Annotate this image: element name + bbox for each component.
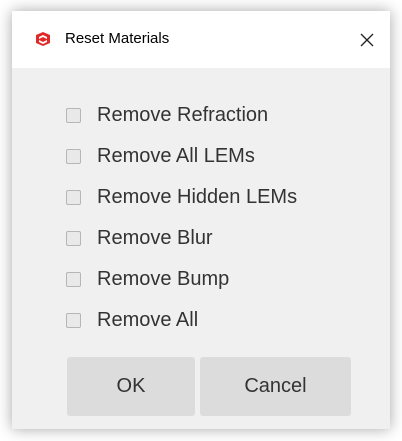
remove-refraction-checkbox[interactable] (66, 108, 81, 123)
close-button[interactable] (344, 11, 390, 68)
option-remove-refraction[interactable]: Remove Refraction (66, 95, 297, 136)
option-remove-hidden-lems[interactable]: Remove Hidden LEMs (66, 177, 297, 218)
option-label: Remove Blur (97, 227, 213, 249)
ok-button[interactable]: OK (67, 357, 195, 416)
option-label: Remove All (97, 309, 199, 331)
option-remove-blur[interactable]: Remove Blur (66, 218, 297, 259)
reset-materials-dialog: Reset Materials Remove Refraction Remove… (12, 11, 390, 429)
option-label: Remove All LEMs (97, 145, 255, 167)
option-remove-all-lems[interactable]: Remove All LEMs (66, 136, 297, 177)
close-icon (360, 33, 374, 47)
remove-all-checkbox[interactable] (66, 313, 81, 328)
option-remove-all[interactable]: Remove All (66, 300, 297, 341)
option-label: Remove Refraction (97, 104, 269, 126)
title-bar: Reset Materials (12, 11, 390, 68)
remove-all-lems-checkbox[interactable] (66, 149, 81, 164)
cancel-button[interactable]: Cancel (200, 357, 351, 416)
remove-bump-checkbox[interactable] (66, 272, 81, 287)
remove-blur-checkbox[interactable] (66, 231, 81, 246)
options-list: Remove Refraction Remove All LEMs Remove… (66, 95, 297, 341)
sketchup-icon (35, 31, 51, 47)
remove-hidden-lems-checkbox[interactable] (66, 190, 81, 205)
option-label: Remove Hidden LEMs (97, 186, 298, 208)
dialog-title: Reset Materials (65, 30, 170, 47)
option-remove-bump[interactable]: Remove Bump (66, 259, 297, 300)
option-label: Remove Bump (97, 268, 230, 290)
